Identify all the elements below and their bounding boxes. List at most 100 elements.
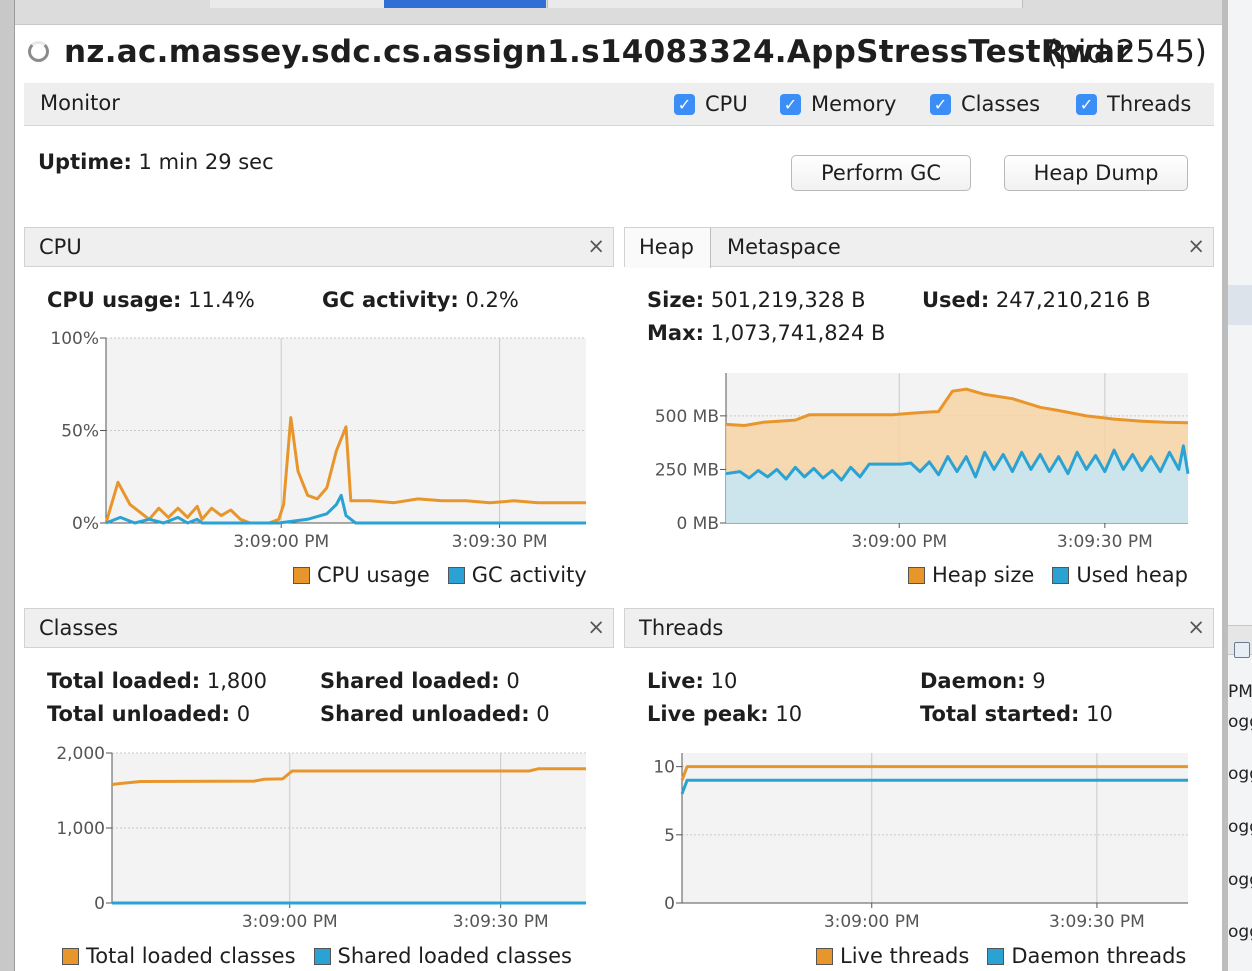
top-tab-selected[interactable] (384, 0, 546, 8)
checkbox-label: Classes (961, 92, 1041, 116)
uptime: Uptime: 1 min 29 sec (38, 150, 274, 174)
stat-label: Shared loaded: (320, 669, 500, 693)
x-tick-label: 3:09:00 PM (851, 532, 947, 552)
stat-value: 10 (1086, 702, 1113, 726)
y-tick-label: 0 MB (676, 514, 719, 534)
stat-label: Total started: (920, 702, 1080, 726)
stat-value: 10 (710, 669, 738, 693)
x-tick-label: 3:09:00 PM (824, 912, 920, 932)
panel-title: CPU (39, 235, 82, 259)
left-divider (0, 0, 15, 971)
classes-checkbox[interactable]: ✓ Classes (930, 92, 1040, 116)
legend-swatch (313, 947, 331, 965)
app-title: nz.ac.massey.sdc.cs.assign1.s14083324.Ap… (64, 34, 1131, 70)
top-tab[interactable] (210, 0, 385, 8)
cpu-panel-header: CPU × (24, 227, 614, 267)
close-icon[interactable]: × (587, 615, 605, 639)
x-tick-label: 3:09:30 PM (452, 532, 548, 552)
stat-label: Live: (647, 669, 704, 693)
heap-legend: Heap size Used heap (908, 563, 1206, 587)
app-title-row: nz.ac.massey.sdc.cs.assign1.s14083324.Ap… (26, 32, 1216, 76)
stat-label: Daemon: (920, 669, 1026, 693)
legend-swatch (1052, 566, 1070, 584)
threads-panel-header: Threads × (624, 608, 1214, 648)
uptime-value: 1 min 29 sec (138, 150, 274, 174)
y-tick-label: 50% (61, 422, 99, 442)
stat-value: 0 (536, 702, 550, 726)
legend-label: Heap size (932, 563, 1035, 587)
panel-title: Classes (39, 616, 119, 640)
legend-swatch (816, 947, 833, 965)
stat-label: Size: (647, 288, 705, 312)
x-tick-label: 3:09:30 PM (1057, 532, 1153, 552)
legend-swatch (987, 947, 1005, 965)
x-tick-label: 3:09:30 PM (1049, 912, 1145, 932)
shared-loaded-stat: Shared loaded: 0 (320, 669, 520, 693)
classes-chart: 0 1,000 2,000 3:09:00 PM 3:09:30 PM (56, 744, 586, 932)
uptime-label: Uptime: (38, 150, 132, 174)
tab-heap[interactable]: Heap (625, 228, 711, 268)
threads-chart: 0 5 10 3:09:00 PM 3:09:30 PM (653, 753, 1188, 932)
perform-gc-button[interactable]: Perform GC (791, 155, 971, 191)
legend-label: Used heap (1076, 563, 1188, 587)
gc-activity-stat: GC activity: 0.2% (322, 288, 519, 312)
checkbox-checked-icon[interactable]: ✓ (674, 93, 695, 115)
heap-dump-button[interactable]: Heap Dump (1004, 155, 1188, 191)
x-tick-label: 3:09:00 PM (242, 912, 338, 932)
stat-value: 1,800 (206, 669, 267, 693)
tab-label: Heap (639, 235, 694, 259)
right-panel-strip (1228, 285, 1252, 325)
cpu-usage-stat: CPU usage: 11.4% (47, 288, 255, 312)
stat-value: 9 (1032, 669, 1046, 693)
checkbox-checked-icon[interactable]: ✓ (930, 93, 951, 115)
monitor-bar: Monitor ✓ CPU ✓ Memory ✓ Classes ✓ Threa… (24, 83, 1214, 126)
stat-value: 0 (506, 669, 520, 693)
right-panel-label: ogg (1228, 922, 1252, 942)
console-icon[interactable] (1234, 642, 1250, 658)
close-icon[interactable]: × (1187, 234, 1205, 258)
close-icon[interactable]: × (587, 234, 605, 258)
stat-label: GC activity: (322, 288, 459, 312)
legend-label: GC activity (471, 563, 587, 587)
heap-size-stat: Size: 501,219,328 B (647, 288, 866, 312)
live-stat: Live: 10 (647, 669, 737, 693)
tab-metaspace[interactable]: Metaspace (727, 235, 841, 259)
stat-value: 247,210,216 B (995, 288, 1151, 312)
legend-label: CPU usage (317, 563, 430, 587)
stat-label: Total unloaded: (47, 702, 231, 726)
checkbox-checked-icon[interactable]: ✓ (1076, 93, 1097, 115)
daemon-stat: Daemon: 9 (920, 669, 1046, 693)
heap-max-stat: Max: 1,073,741,824 B (647, 321, 885, 345)
legend-swatch (62, 947, 79, 965)
checkbox-checked-icon[interactable]: ✓ (780, 93, 801, 115)
legend-label: Total loaded classes (86, 944, 296, 968)
shared-unloaded-stat: Shared unloaded: 0 (320, 702, 550, 726)
total-started-stat: Total started: 10 (920, 702, 1113, 726)
memory-panel-header: Heap Metaspace × (624, 227, 1214, 268)
y-tick-label: 500 MB (655, 407, 719, 427)
stat-label: Total loaded: (47, 669, 201, 693)
right-panel-label: ogg (1228, 870, 1252, 890)
close-icon[interactable]: × (1187, 615, 1205, 639)
legend-label: Shared loaded classes (337, 944, 572, 968)
threads-checkbox[interactable]: ✓ Threads (1076, 92, 1191, 116)
cpu-checkbox[interactable]: ✓ CPU (674, 92, 748, 116)
classes-panel-header: Classes × (24, 608, 614, 648)
checkbox-label: CPU (705, 92, 748, 116)
monitor-label: Monitor (40, 91, 120, 115)
stat-label: Max: (647, 321, 705, 345)
top-tab[interactable] (547, 0, 1023, 8)
heap-chart: 0 MB 250 MB 500 MB 3:09:00 PM 3:09:30 PM (655, 373, 1190, 552)
x-tick-label: 3:09:30 PM (453, 912, 549, 932)
legend-swatch (293, 566, 310, 584)
threads-legend: Live threads Daemon threads (816, 944, 1204, 968)
stat-value: 11.4% (188, 288, 255, 312)
stat-value: 0 (236, 702, 251, 726)
y-tick-label: 250 MB (655, 460, 719, 480)
legend-label: Daemon threads (1011, 944, 1187, 968)
memory-checkbox[interactable]: ✓ Memory (780, 92, 896, 116)
y-tick-label: 100% (50, 329, 99, 349)
loading-spinner-icon (28, 41, 49, 62)
stat-label: Used: (922, 288, 990, 312)
y-tick-label: 0 (94, 894, 105, 914)
